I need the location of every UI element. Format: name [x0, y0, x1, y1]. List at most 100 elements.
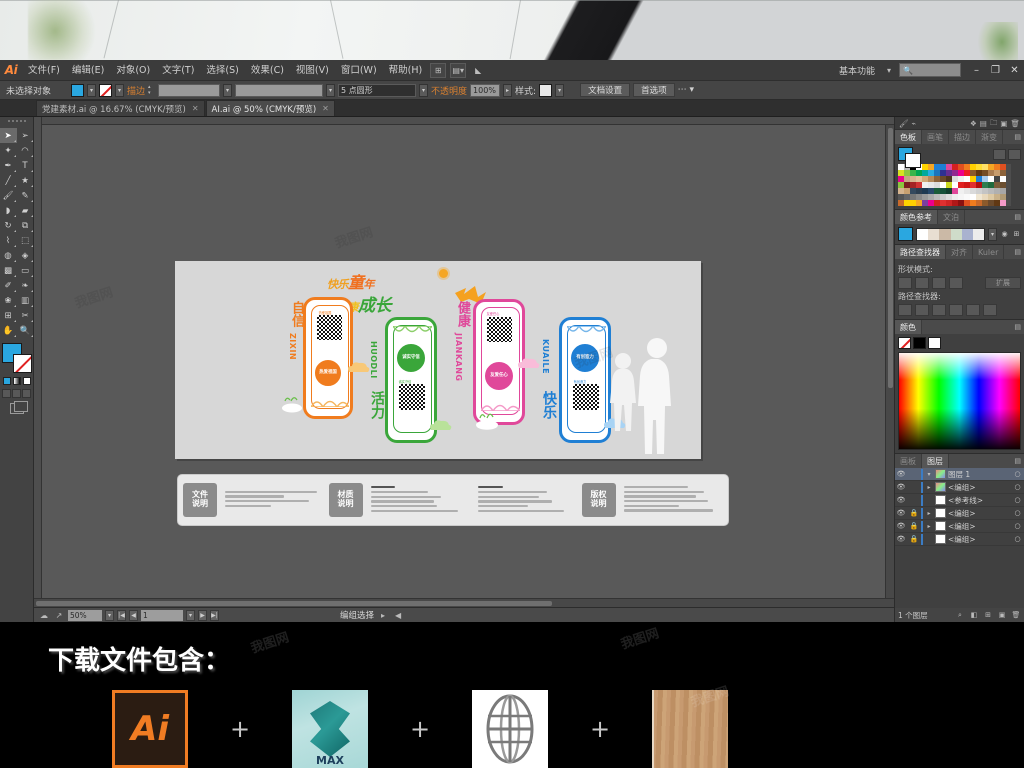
artboard-number-field[interactable]: 1 [141, 609, 183, 621]
canvas-horizontal-scrollbar[interactable] [34, 598, 894, 607]
eye-icon[interactable]: 👁 [895, 509, 907, 517]
minimize-button[interactable]: – [967, 62, 986, 78]
menu-help[interactable]: 帮助(H) [383, 60, 429, 81]
target-icon[interactable]: ○ [1013, 535, 1022, 543]
tab-stroke[interactable]: 描边 [949, 130, 976, 144]
lock-icon[interactable]: 🔒 [909, 509, 919, 517]
menu-type[interactable]: 文字(T) [156, 60, 200, 81]
layer-row[interactable]: 👁 🔒 ▸ <编组> ○ [895, 507, 1024, 520]
stroke-swatch[interactable] [99, 83, 113, 97]
selection-tool[interactable]: ➤ [0, 128, 17, 143]
lock-icon[interactable]: 🔒 [909, 522, 919, 530]
color-none-swatch[interactable] [898, 337, 911, 349]
stroke-weight-stepper[interactable]: ▴ ▾ [148, 84, 155, 96]
screen-mode-button[interactable] [9, 401, 28, 414]
current-swatch[interactable] [898, 147, 921, 168]
current-tool-status[interactable]: 编组选择 [340, 609, 374, 621]
new-sublayer-icon[interactable]: ⊞ [983, 611, 993, 619]
document-tab-dangjian[interactable]: 党建素材.ai @ 16.67% (CMYK/预览) ✕ [36, 100, 205, 116]
chevron-right-icon[interactable]: ▸ [925, 523, 933, 530]
scale-tool[interactable]: ⧉ [17, 218, 34, 233]
minus-front-button[interactable] [915, 277, 929, 289]
target-icon[interactable]: ○ [1013, 470, 1022, 478]
color-black-swatch[interactable] [913, 337, 926, 349]
eraser-tool[interactable]: ▰ [17, 203, 34, 218]
brush-definition-field[interactable]: 5 点圆形 [338, 83, 417, 97]
pen-tool[interactable]: ✒ [0, 158, 17, 173]
opacity-dropdown-icon[interactable]: ▸ [503, 83, 513, 97]
line-segment-tool[interactable]: ╱ [0, 173, 17, 188]
eye-icon[interactable]: 👁 [895, 522, 907, 530]
maximize-button[interactable]: ❐ [986, 62, 1005, 78]
style-swatch[interactable] [539, 83, 553, 97]
layers-icon[interactable]: ▤ [980, 119, 987, 128]
chevron-down-icon[interactable]: ▾ [925, 471, 933, 478]
cc-sync-icon[interactable]: ◣ [470, 63, 486, 78]
rectangle-tool[interactable]: ★ [17, 173, 34, 188]
tab-wenbo[interactable]: 文泊 [938, 210, 965, 224]
menu-window[interactable]: 窗口(W) [335, 60, 383, 81]
none-mode-button[interactable] [22, 377, 31, 385]
swatch-scrollbar[interactable] [1006, 164, 1011, 206]
layer-row[interactable]: 👁 🔒 <编组> ○ [895, 533, 1024, 546]
bridge-icon[interactable]: ⊞ [430, 62, 447, 78]
unite-button[interactable] [898, 277, 912, 289]
first-artboard-button[interactable]: |◀ [117, 609, 126, 621]
color-mode-button[interactable] [2, 377, 11, 385]
brush-dropdown-icon[interactable]: ▾ [419, 83, 429, 97]
canvas-vertical-scrollbar[interactable] [885, 125, 894, 598]
close-icon[interactable]: ✕ [322, 104, 329, 113]
zoom-dropdown-icon[interactable]: ▾ [105, 609, 114, 621]
blend-tool[interactable]: ❧ [17, 278, 34, 293]
trim-button[interactable] [915, 304, 929, 316]
canvas-area[interactable]: 快乐 童 年 健康 成长 [34, 117, 894, 622]
exclude-button[interactable] [949, 277, 963, 289]
menu-edit[interactable]: 编辑(E) [66, 60, 110, 81]
artboard-dropdown-icon[interactable]: ▾ [186, 609, 195, 621]
preferences-button[interactable]: 首选项 [633, 83, 675, 97]
column-graph-tool[interactable]: ▥ [17, 293, 34, 308]
document-setup-button[interactable]: 文档设置 [580, 83, 631, 97]
color-white-swatch[interactable] [928, 337, 941, 349]
tab-color[interactable]: 颜色 [895, 320, 922, 334]
locate-object-icon[interactable]: ⌕ [955, 611, 965, 620]
lock-icon[interactable]: 🔒 [909, 535, 919, 543]
make-clipping-mask-icon[interactable]: ◧ [969, 611, 979, 619]
variable-width-field[interactable] [235, 83, 324, 97]
crop-button[interactable] [949, 304, 963, 316]
eye-icon[interactable]: 👁 [895, 470, 907, 478]
status-collapse-icon[interactable]: ◀ [392, 610, 404, 621]
zoom-tool[interactable]: 🔍 [17, 323, 34, 338]
layer-row[interactable]: 👁 <参考线> ○ [895, 494, 1024, 507]
arrange-documents-icon[interactable]: ▤▾ [450, 62, 467, 78]
tab-align[interactable]: 对齐 [946, 245, 973, 259]
color-spectrum-picker[interactable] [898, 352, 1021, 450]
lasso-tool[interactable]: ◠ [17, 143, 34, 158]
controlbar-overflow-icon[interactable]: ⋯ ▾ [678, 85, 694, 95]
draw-behind-button[interactable] [12, 389, 21, 398]
eye-icon[interactable]: 👁 [895, 535, 907, 543]
stroke-dropdown-icon[interactable]: ▾ [115, 83, 125, 97]
tab-kuler[interactable]: Kuler [973, 245, 1005, 259]
outline-button[interactable] [966, 304, 980, 316]
tab-brushes[interactable]: 画笔 [922, 130, 949, 144]
tab-layers[interactable]: 图层 [922, 454, 949, 468]
divide-button[interactable] [898, 304, 912, 316]
layer-row[interactable]: 👁 🔒 ▸ <编组> ○ [895, 520, 1024, 533]
merge-button[interactable] [932, 304, 946, 316]
workspace-label[interactable]: 基本功能 [839, 64, 875, 77]
style-dropdown-icon[interactable]: ▾ [555, 83, 565, 97]
tab-gradient[interactable]: 渐变 [976, 130, 1003, 144]
cloud-sync-icon[interactable]: ☁ [38, 610, 50, 621]
new-layer-icon[interactable]: ▣ [997, 611, 1007, 619]
prev-artboard-button[interactable]: ◀ [129, 609, 138, 621]
draw-normal-button[interactable] [2, 389, 11, 398]
color-guide-dropdown-icon[interactable]: ▾ [988, 227, 997, 241]
close-icon[interactable]: ✕ [192, 104, 199, 113]
shape-builder-tool[interactable]: ◍ [0, 248, 17, 263]
layer-row[interactable]: 👁 ▾ 图层 1 ○ [895, 468, 1024, 481]
edit-colors-icon[interactable]: ◉ [1000, 230, 1009, 238]
menu-file[interactable]: 文件(F) [22, 60, 66, 81]
free-transform-tool[interactable]: ⬚ [17, 233, 34, 248]
panel-menu-icon[interactable]: ▤ [1014, 133, 1021, 141]
